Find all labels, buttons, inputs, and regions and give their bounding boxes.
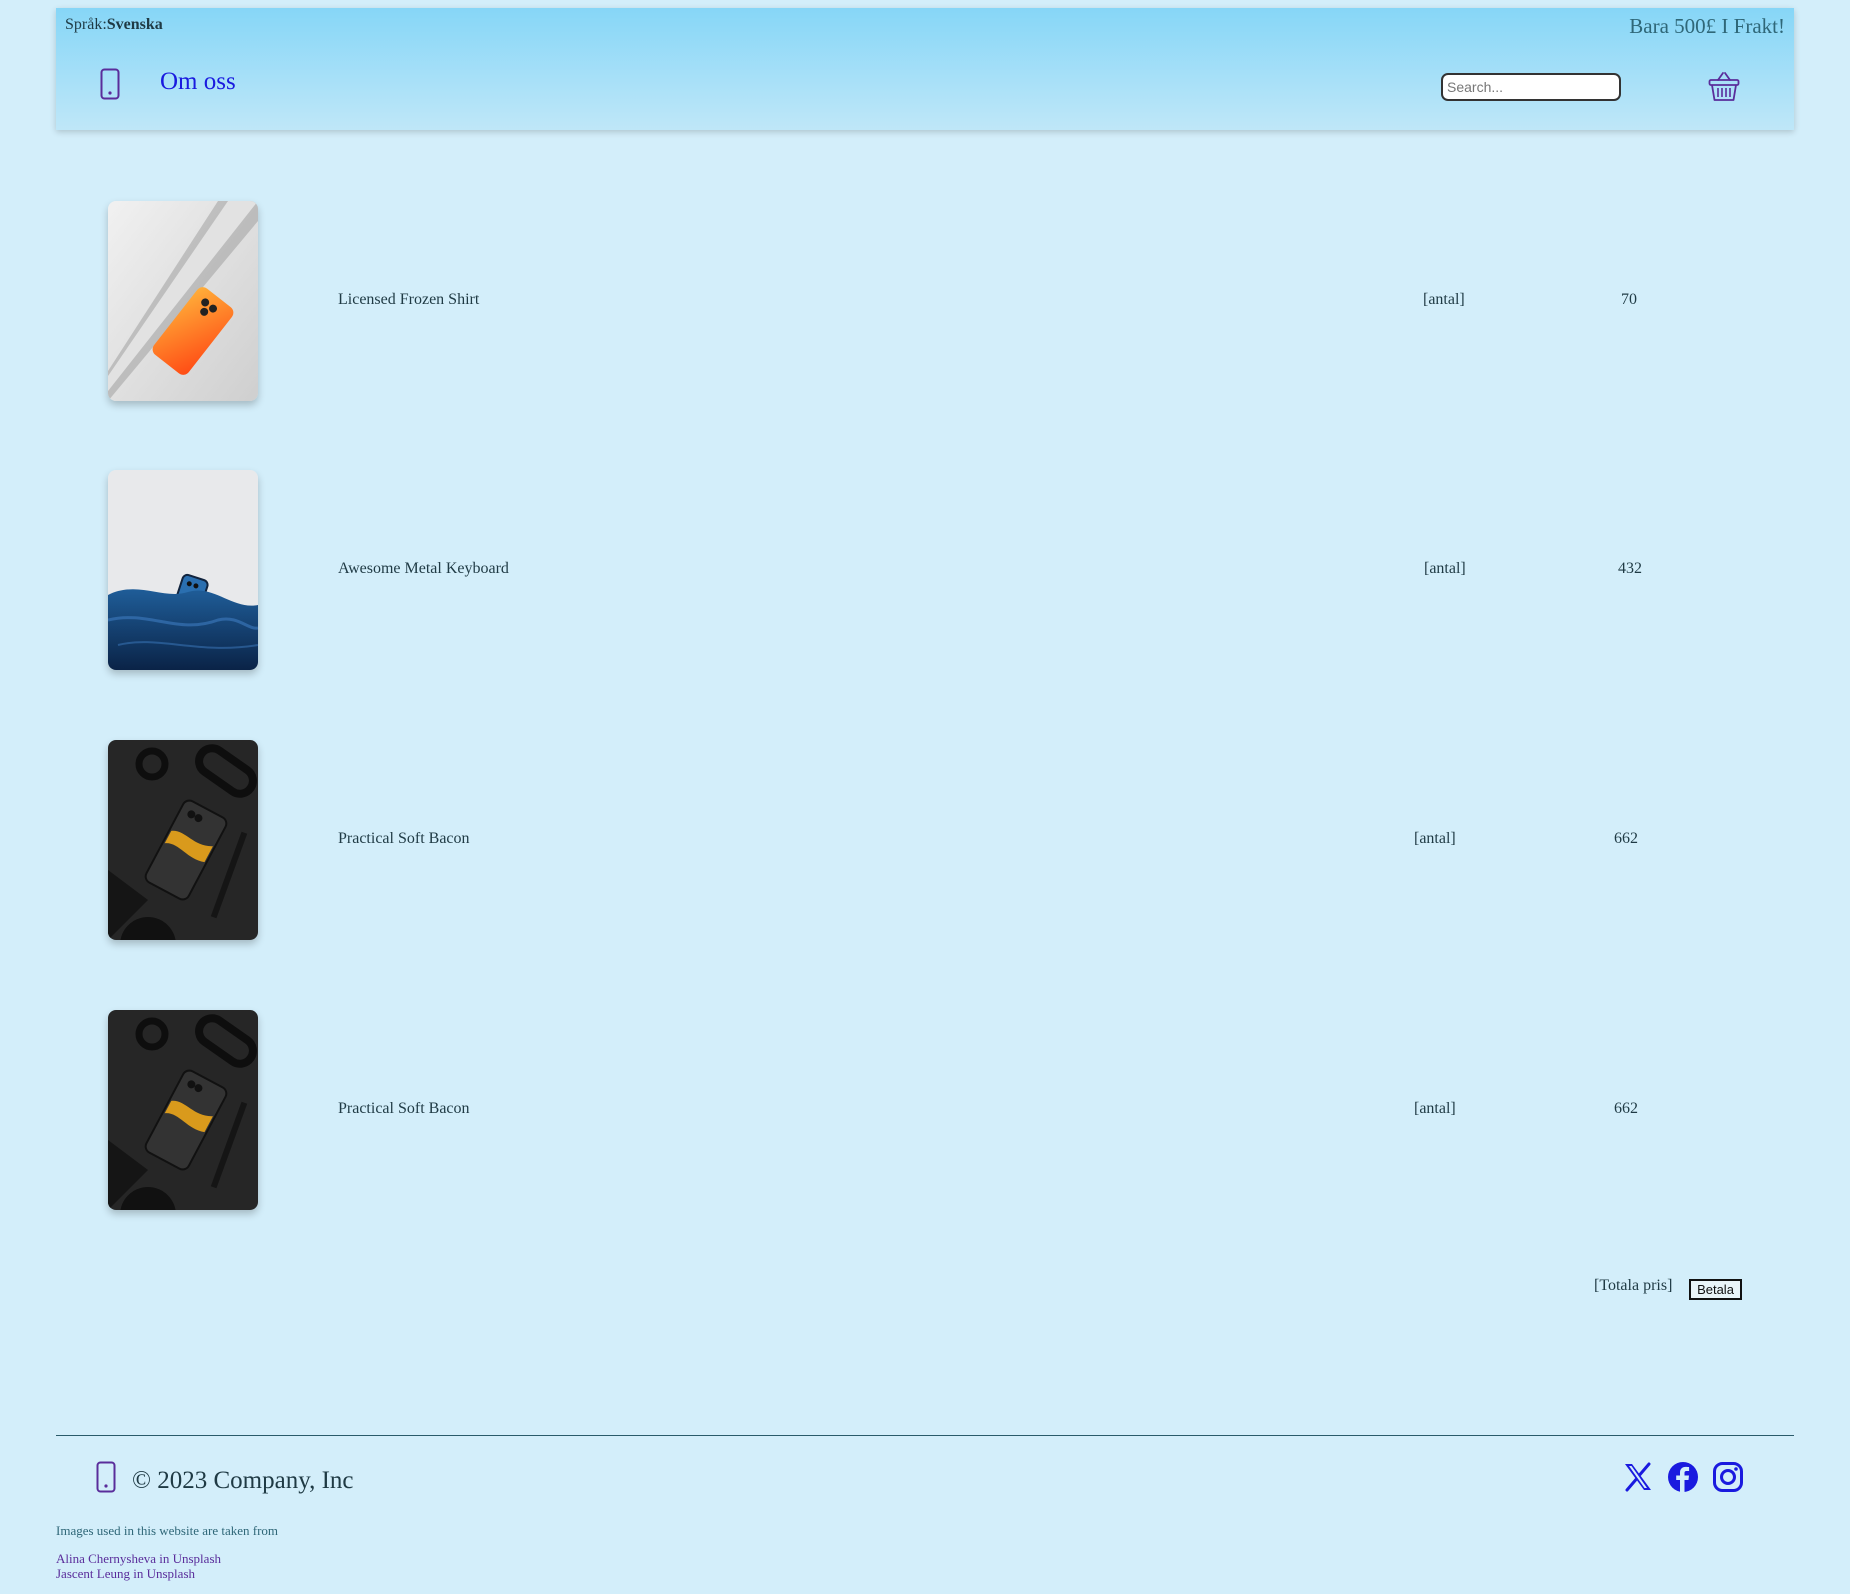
product-name: Licensed Frozen Shirt <box>338 291 480 308</box>
instagram-icon[interactable] <box>1712 1461 1744 1493</box>
product-image[interactable] <box>108 740 258 940</box>
product-price: 432 <box>1618 560 1642 577</box>
product-quantity[interactable]: [antal] <box>1414 830 1456 848</box>
list-item: Practical Soft Bacon [antal] 662 <box>0 1010 1850 1210</box>
language-selector[interactable]: Språk:Svenska <box>65 16 163 34</box>
basket-icon[interactable] <box>1708 71 1740 103</box>
product-image[interactable] <box>108 1010 258 1210</box>
product-name: Awesome Metal Keyboard <box>338 560 509 577</box>
product-name: Practical Soft Bacon <box>338 1100 470 1117</box>
language-value[interactable]: Svenska <box>107 16 163 33</box>
product-price: 662 <box>1614 830 1638 847</box>
pay-button[interactable]: Betala <box>1689 1279 1742 1300</box>
shipping-promo: Bara 500£ I Frakt! <box>1629 14 1785 38</box>
credit-link[interactable]: Jascent Leung in Unsplash <box>56 1566 195 1582</box>
copyright: © 2023 Company, Inc <box>132 1467 354 1494</box>
list-item: Licensed Frozen Shirt [antal] 70 <box>0 201 1850 401</box>
list-item: Awesome Metal Keyboard [antal] 432 <box>0 470 1850 670</box>
search-input[interactable] <box>1441 73 1621 101</box>
facebook-icon[interactable] <box>1667 1461 1699 1493</box>
phone-icon[interactable] <box>96 1461 116 1493</box>
product-price: 662 <box>1614 1100 1638 1117</box>
product-price: 70 <box>1621 291 1637 308</box>
product-image[interactable] <box>108 201 258 401</box>
x-twitter-icon[interactable] <box>1622 1461 1654 1493</box>
site-header: Språk:Svenska Bara 500£ I Frakt! Om oss <box>56 8 1794 130</box>
credit-link[interactable]: Alina Chernysheva in Unsplash <box>56 1551 221 1567</box>
product-quantity[interactable]: [antal] <box>1424 560 1466 578</box>
phone-icon[interactable] <box>100 68 120 100</box>
language-label: Språk: <box>65 16 107 33</box>
product-name: Practical Soft Bacon <box>338 830 470 847</box>
product-quantity[interactable]: [antal] <box>1423 291 1465 309</box>
footer-divider <box>56 1435 1794 1436</box>
nav-about-link[interactable]: Om oss <box>160 68 236 96</box>
product-quantity[interactable]: [antal] <box>1414 1100 1456 1118</box>
total-price: [Totala pris] <box>1594 1277 1673 1294</box>
list-item: Practical Soft Bacon [antal] 662 <box>0 740 1850 940</box>
image-credits-note: Images used in this website are taken fr… <box>56 1523 279 1538</box>
product-image[interactable] <box>108 470 258 670</box>
